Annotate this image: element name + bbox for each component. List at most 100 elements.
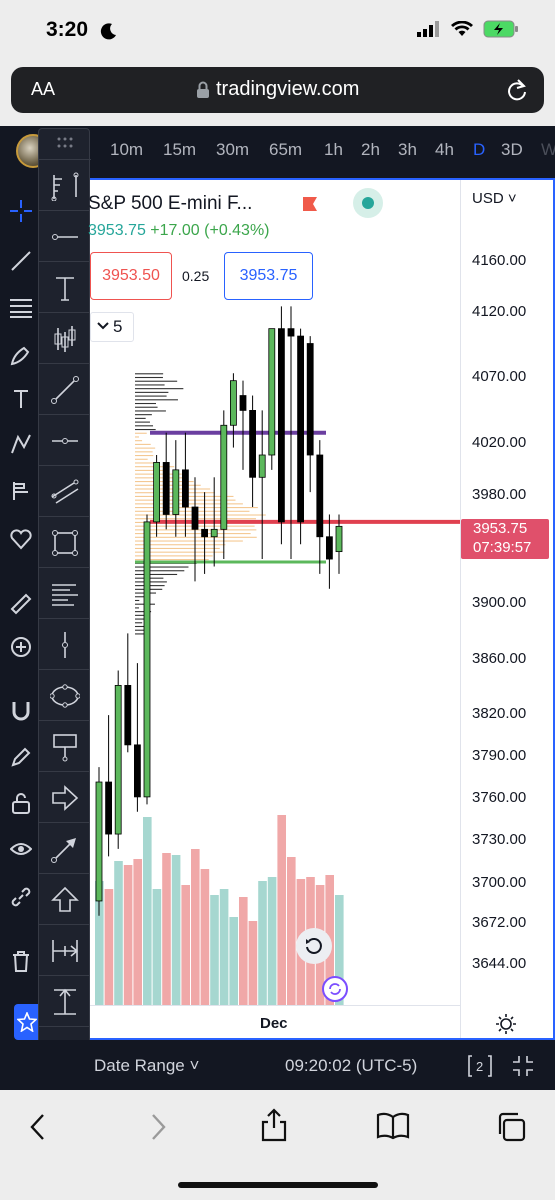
price-chart[interactable]: [90, 180, 460, 1005]
timeframe-10m[interactable]: 10m: [110, 140, 143, 160]
vertical-line-icon: [50, 630, 80, 660]
star-icon: [17, 1012, 37, 1032]
timeframe-4h[interactable]: 4h: [435, 140, 454, 160]
spread-value: 0.25: [182, 268, 209, 284]
tool-date-range[interactable]: [39, 924, 91, 975]
volume-profile-row: [135, 537, 257, 538]
link-icon[interactable]: [10, 886, 32, 908]
tool-vertical-line[interactable]: [39, 618, 91, 669]
tool-arrow-line[interactable]: [39, 822, 91, 873]
lock-icon: [196, 81, 210, 99]
prediction-icon[interactable]: [10, 480, 32, 502]
pencil-lock-icon[interactable]: [10, 746, 32, 768]
lock-drawings-icon[interactable]: [10, 792, 32, 814]
timeframe-w[interactable]: W: [541, 140, 555, 160]
reset-icon: [304, 936, 324, 956]
share-icon[interactable]: [260, 1108, 288, 1142]
ruler-icon[interactable]: [10, 593, 32, 615]
timeframe-3h[interactable]: 3h: [398, 140, 417, 160]
sync-button[interactable]: [322, 976, 348, 1002]
tool-arrow-marker[interactable]: [39, 771, 91, 822]
sun-icon[interactable]: [495, 1013, 517, 1035]
volume-bar: [105, 889, 114, 1005]
indicators-collapse-toggle[interactable]: 5: [90, 312, 134, 342]
timeframe-1h[interactable]: 1h: [324, 140, 343, 160]
drag-handle-icon[interactable]: [57, 137, 73, 149]
candle-body: [125, 685, 131, 744]
text-icon[interactable]: [10, 388, 32, 410]
chart-layout-icon[interactable]: 2: [468, 1054, 492, 1078]
tool-callout[interactable]: [39, 720, 91, 771]
trend-line-icon[interactable]: [10, 250, 32, 272]
timeframe-30m[interactable]: 30m: [216, 140, 249, 160]
tool-ray[interactable]: [39, 210, 91, 261]
fullscreen-collapse-icon[interactable]: [511, 1054, 535, 1078]
market-open-status-icon[interactable]: [353, 188, 383, 218]
volume-bar: [249, 921, 258, 1005]
pattern-icon[interactable]: [10, 433, 32, 455]
bar-countdown: 07:39:57: [461, 538, 549, 557]
magnet-icon[interactable]: [10, 700, 32, 722]
timeframe-3d[interactable]: 3D: [501, 140, 523, 160]
timeframe-65m[interactable]: 65m: [269, 140, 302, 160]
tool-trend-line[interactable]: [39, 363, 91, 414]
tool-price-range[interactable]: [39, 975, 91, 1026]
forward-arrow-icon[interactable]: [148, 1112, 168, 1142]
buy-button[interactable]: 3953.75: [224, 252, 313, 300]
tool-rectangle[interactable]: [39, 516, 91, 567]
volume-bar: [277, 815, 286, 1005]
symbol-name[interactable]: S&P 500 E-mini F...: [88, 193, 252, 215]
tool-horizontal-line[interactable]: [39, 414, 91, 465]
url-display[interactable]: tradingview.com: [196, 78, 359, 101]
candlesticks: [96, 306, 342, 915]
timeframe-15m[interactable]: 15m: [163, 140, 196, 160]
price-change-line: 3953.75 +17.00 (+0.43%): [88, 222, 270, 240]
volume-profile-row: [135, 570, 184, 571]
home-indicator: [178, 1182, 378, 1188]
price-label: 3900.00: [472, 594, 526, 611]
volume-bar: [258, 881, 267, 1005]
reload-icon[interactable]: [506, 78, 528, 102]
tool-text[interactable]: [39, 261, 91, 312]
text-size-button[interactable]: AA: [31, 79, 55, 100]
sell-button[interactable]: 3953.50: [90, 252, 172, 300]
price-range-icon: [50, 987, 80, 1017]
flag-icon[interactable]: [302, 196, 318, 212]
brush-icon[interactable]: [10, 344, 32, 366]
currency-selector[interactable]: USD ˅: [472, 190, 517, 207]
horizontal-line-icon: [50, 426, 80, 456]
volume-profile-row: [135, 433, 147, 434]
price-label: 3644.00: [472, 955, 526, 972]
last-price: 3953.75: [88, 222, 146, 239]
tool-candles[interactable]: [39, 312, 91, 363]
tool-pitchfork[interactable]: [39, 159, 91, 210]
tool-parallel-channel[interactable]: [39, 465, 91, 516]
timeframe-2h[interactable]: 2h: [361, 140, 380, 160]
svg-text:2: 2: [476, 1059, 483, 1074]
eye-icon[interactable]: [10, 838, 32, 860]
volume-profile-row: [135, 566, 188, 567]
volume-profile-row: [135, 403, 156, 404]
tabs-icon[interactable]: [496, 1112, 526, 1142]
bookmarks-icon[interactable]: [376, 1112, 410, 1140]
timeframe-d[interactable]: D: [473, 140, 485, 160]
drawing-tools-panel: [38, 128, 90, 1090]
back-arrow-icon[interactable]: [28, 1112, 48, 1142]
zoom-in-icon[interactable]: [10, 636, 32, 658]
tool-volume-profile[interactable]: [39, 567, 91, 618]
volume-profile-row: [135, 459, 148, 460]
volume-profile-row: [135, 414, 152, 415]
volume-profile-row: [135, 422, 150, 423]
volume-bar: [220, 889, 229, 1005]
reset-chart-button[interactable]: [296, 928, 332, 964]
clock-timezone[interactable]: 09:20:02 (UTC-5): [285, 1056, 417, 1076]
date-range-button[interactable]: Date Range ˅: [94, 1056, 199, 1076]
tool-ellipse[interactable]: [39, 669, 91, 720]
favorites-tab[interactable]: [14, 1004, 40, 1040]
favorite-heart-icon[interactable]: [10, 528, 32, 550]
fib-icon[interactable]: [10, 296, 32, 318]
tool-arrow-up[interactable]: [39, 873, 91, 924]
trash-icon[interactable]: [10, 950, 32, 972]
address-bar[interactable]: AA tradingview.com: [11, 67, 544, 113]
crosshair-icon[interactable]: [10, 200, 32, 222]
